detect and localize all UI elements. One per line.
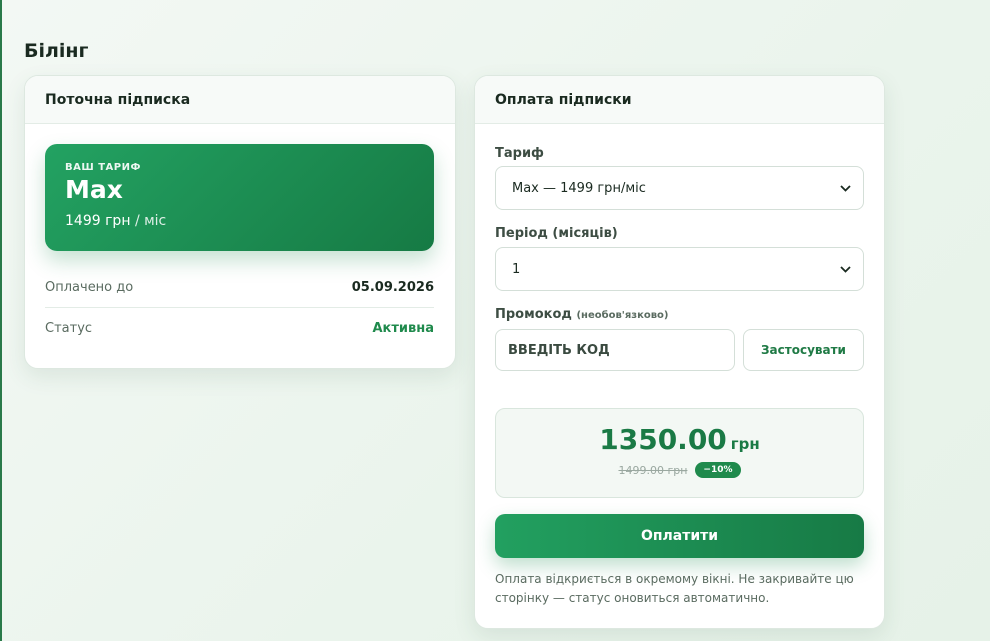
total-currency: грн	[730, 435, 760, 453]
chevron-down-icon	[839, 182, 851, 194]
promo-code-input[interactable]	[495, 329, 735, 371]
tariff-label: Тариф	[495, 146, 544, 161]
paid-until-label: Оплачено до	[45, 279, 134, 295]
paid-until-row: Оплачено до 05.09.2026	[45, 267, 434, 308]
plan-caption: ВАШ ТАРИФ	[65, 162, 141, 173]
promo-label-text: Промокод	[495, 307, 572, 322]
plan-price-unit: / міс	[134, 213, 167, 229]
chevron-down-icon	[839, 263, 851, 275]
apply-promo-button[interactable]: Застосувати	[743, 329, 864, 371]
period-label: Період (місяців)	[495, 226, 618, 241]
old-price: 1499.00 грн	[618, 463, 688, 477]
status-value: Активна	[372, 321, 434, 336]
period-selected-value: 1	[512, 261, 521, 277]
total-box: 1350.00 грн 1499.00 грн −10%	[495, 408, 864, 498]
paid-until-value: 05.09.2026	[351, 279, 434, 295]
plan-price-amount: 1499 грн	[65, 213, 131, 229]
current-subscription-card: Поточна підписка ВАШ ТАРИФ Max 1499 грн …	[24, 75, 456, 369]
discount-badge: −10%	[695, 462, 741, 478]
payment-card: Оплата підписки Тариф Max — 1499 грн/міс…	[474, 75, 885, 629]
status-label: Статус	[45, 321, 93, 336]
total-price: 1350.00 грн	[496, 423, 863, 456]
period-select[interactable]: 1	[495, 247, 864, 291]
plan-price: 1499 грн / міс	[65, 213, 414, 229]
plan-box: ВАШ ТАРИФ Max 1499 грн / міс	[45, 144, 434, 251]
payment-header: Оплата підписки	[475, 76, 884, 124]
total-amount: 1350.00	[599, 423, 727, 456]
page-title: Білінг	[24, 40, 89, 62]
tariff-selected-value: Max — 1499 грн/міс	[512, 180, 646, 196]
promo-label-hint: (необов'язково)	[576, 310, 669, 321]
payment-note: Оплата відкриється в окремому вікні. Не …	[495, 572, 854, 605]
promo-label: Промокод (необов'язково)	[495, 307, 669, 322]
plan-name: Max	[65, 175, 123, 204]
status-row: Статус Активна	[45, 308, 434, 349]
tariff-select[interactable]: Max — 1499 грн/міс	[495, 166, 864, 210]
pay-button[interactable]: Оплатити	[495, 514, 864, 558]
current-subscription-header: Поточна підписка	[25, 76, 455, 124]
total-sub: 1499.00 грн −10%	[496, 462, 863, 478]
